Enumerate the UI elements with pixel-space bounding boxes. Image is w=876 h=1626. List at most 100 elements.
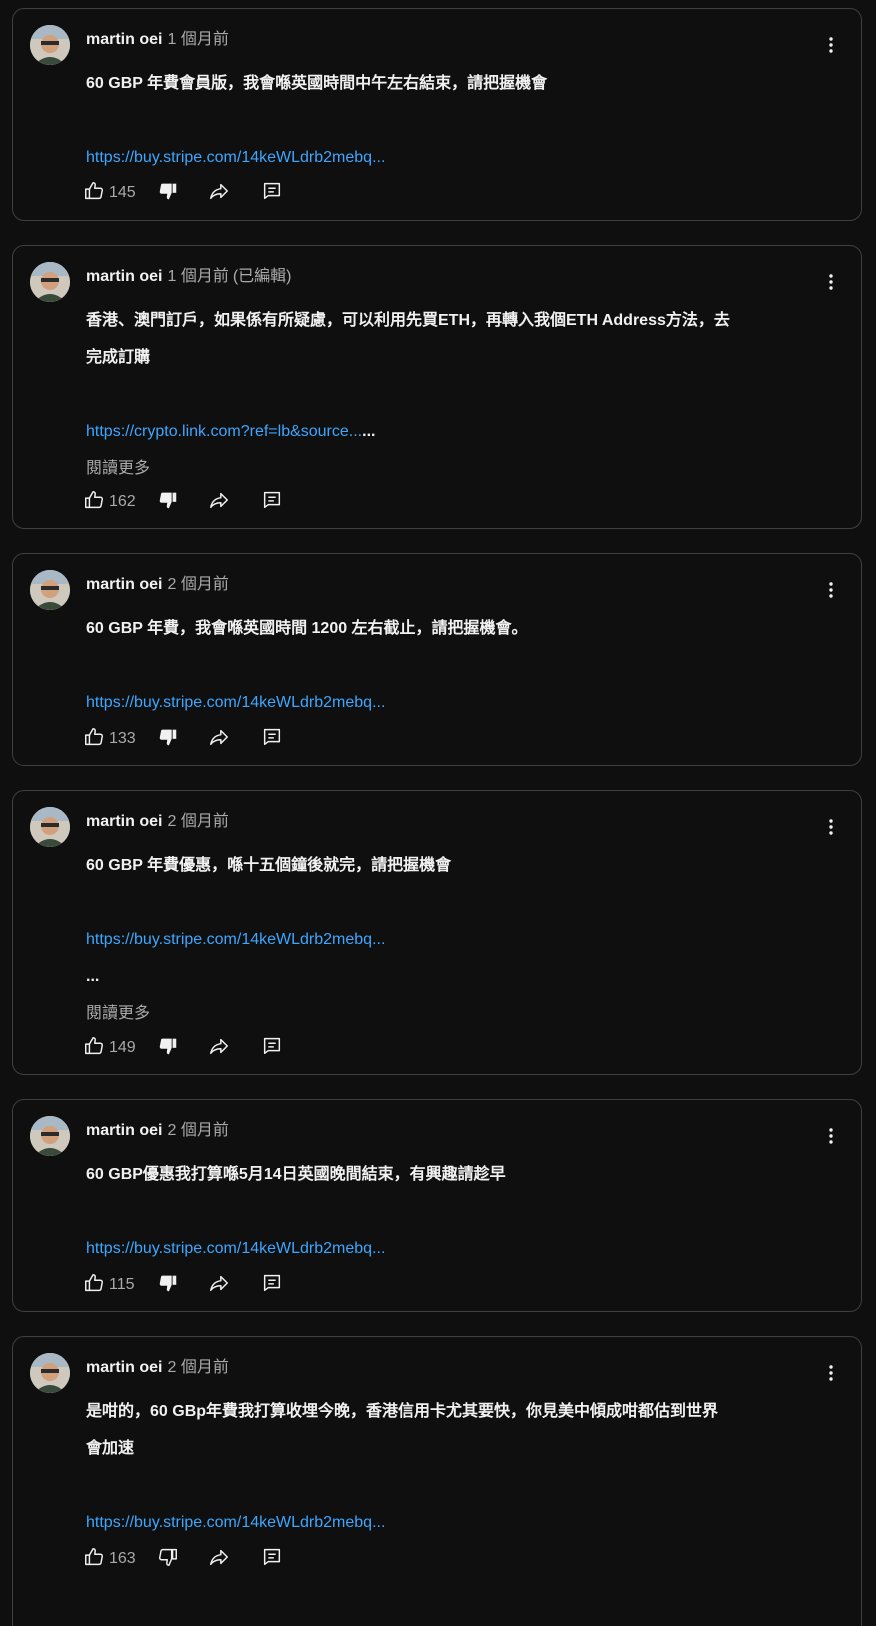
post-link-text[interactable]: https://buy.stripe.com/14keWLdrb2mebq... bbox=[86, 1240, 385, 1257]
author-name[interactable]: martin oei bbox=[86, 1122, 162, 1139]
like-button[interactable]: 133 bbox=[83, 726, 157, 753]
share-button[interactable] bbox=[207, 1546, 231, 1573]
author-name[interactable]: martin oei bbox=[86, 268, 162, 285]
link-ellipsis: ... bbox=[362, 423, 376, 440]
comment-icon[interactable] bbox=[261, 1272, 283, 1299]
post-time[interactable]: 2 個月前 bbox=[167, 1122, 228, 1139]
post-link-text[interactable]: https://buy.stripe.com/14keWLdrb2mebq... bbox=[86, 931, 385, 948]
avatar[interactable] bbox=[30, 1353, 70, 1393]
post-link-text[interactable]: https://buy.stripe.com/14keWLdrb2mebq... bbox=[86, 1514, 385, 1531]
author-name[interactable]: martin oei bbox=[86, 813, 162, 830]
post-body: 60 GBP 年費優惠，喺十五個鐘後就完，請把握機會 https://buy.s… bbox=[86, 847, 826, 1032]
post-time[interactable]: 1 個月前 bbox=[167, 31, 228, 48]
thumbs-down-icon[interactable] bbox=[157, 1272, 179, 1299]
share-button[interactable] bbox=[207, 1035, 231, 1062]
reply-button[interactable] bbox=[261, 1035, 283, 1062]
thumbs-up-icon[interactable] bbox=[83, 180, 105, 207]
post-actions: 149 bbox=[83, 1036, 283, 1060]
comment-icon[interactable] bbox=[261, 726, 283, 753]
post-link[interactable]: https://buy.stripe.com/14keWLdrb2mebq... bbox=[86, 684, 826, 721]
dislike-button[interactable] bbox=[157, 489, 179, 516]
post-actions: 145 bbox=[83, 181, 283, 205]
author-name[interactable]: martin oei bbox=[86, 1359, 162, 1376]
avatar[interactable] bbox=[30, 570, 70, 610]
dislike-button[interactable] bbox=[157, 1035, 179, 1062]
thumbs-down-icon[interactable] bbox=[157, 1546, 179, 1573]
thumbs-up-icon[interactable] bbox=[83, 1546, 105, 1573]
like-button[interactable]: 145 bbox=[83, 180, 157, 207]
more-vertical-icon[interactable] bbox=[819, 33, 843, 57]
reply-button[interactable] bbox=[261, 726, 283, 753]
share-button[interactable] bbox=[207, 1272, 231, 1299]
comment-icon[interactable] bbox=[261, 1546, 283, 1573]
thumbs-up-icon[interactable] bbox=[83, 1035, 105, 1062]
post-link-text[interactable]: https://buy.stripe.com/14keWLdrb2mebq... bbox=[86, 149, 385, 166]
comment-icon[interactable] bbox=[261, 1035, 283, 1062]
post-text-line: 是咁的，60 GBp年費我打算收埋今晚，香港信用卡尤其要快，你見美中傾成咁都估到… bbox=[86, 1403, 719, 1420]
thumbs-up-icon[interactable] bbox=[83, 1272, 105, 1299]
post-text-line: 60 GBP優惠我打算喺5月14日英國晚間結束，有興趣請趁早 bbox=[86, 1166, 506, 1183]
avatar[interactable] bbox=[30, 807, 70, 847]
like-button[interactable]: 115 bbox=[83, 1272, 157, 1299]
post-link[interactable]: https://buy.stripe.com/14keWLdrb2mebq... bbox=[86, 921, 826, 958]
post-time[interactable]: 2 個月前 bbox=[167, 813, 228, 830]
thumbs-up-icon[interactable] bbox=[83, 489, 105, 516]
post-text-line: 會加速 bbox=[86, 1440, 135, 1457]
post-link-text[interactable]: https://crypto.link.com?ref=lb&source... bbox=[86, 423, 362, 440]
post-actions: 162 bbox=[83, 490, 283, 514]
post-time[interactable]: 1 個月前 bbox=[167, 268, 228, 285]
share-icon[interactable] bbox=[207, 180, 231, 207]
share-button[interactable] bbox=[207, 726, 231, 753]
share-button[interactable] bbox=[207, 180, 231, 207]
reply-button[interactable] bbox=[261, 1272, 283, 1299]
share-icon[interactable] bbox=[207, 489, 231, 516]
post-time[interactable]: 2 個月前 bbox=[167, 1359, 228, 1376]
reply-button[interactable] bbox=[261, 489, 283, 516]
post-link-text[interactable]: https://buy.stripe.com/14keWLdrb2mebq... bbox=[86, 694, 385, 711]
read-more-button[interactable]: 閱讀更多 bbox=[86, 995, 826, 1032]
thumbs-down-icon[interactable] bbox=[157, 180, 179, 207]
thumbs-down-icon[interactable] bbox=[157, 726, 179, 753]
like-button[interactable]: 163 bbox=[83, 1546, 157, 1573]
comment-icon[interactable] bbox=[261, 489, 283, 516]
dislike-button[interactable] bbox=[157, 1272, 179, 1299]
share-icon[interactable] bbox=[207, 726, 231, 753]
like-button[interactable]: 149 bbox=[83, 1035, 157, 1062]
avatar[interactable] bbox=[30, 262, 70, 302]
share-icon[interactable] bbox=[207, 1272, 231, 1299]
post-time[interactable]: 2 個月前 bbox=[167, 576, 228, 593]
post-body: 60 GBP 年費會員版，我會喺英國時間中午左右結束，請把握機會 https:/… bbox=[86, 65, 826, 176]
author-name[interactable]: martin oei bbox=[86, 31, 162, 48]
share-icon[interactable] bbox=[207, 1035, 231, 1062]
comment-icon[interactable] bbox=[261, 180, 283, 207]
community-post: martin oei 1 個月前 60 GBP 年費會員版，我會喺英國時間中午左右… bbox=[12, 8, 862, 221]
author-name[interactable]: martin oei bbox=[86, 576, 162, 593]
post-header: martin oei 1 個月前 (已編輯) bbox=[86, 265, 292, 289]
dislike-button[interactable] bbox=[157, 1546, 179, 1573]
more-vertical-icon[interactable] bbox=[819, 1124, 843, 1148]
like-count: 162 bbox=[109, 493, 136, 510]
thumbs-down-icon[interactable] bbox=[157, 1035, 179, 1062]
more-vertical-icon[interactable] bbox=[819, 815, 843, 839]
post-link[interactable]: https://buy.stripe.com/14keWLdrb2mebq... bbox=[86, 1230, 826, 1267]
read-more-button[interactable]: 閱讀更多 bbox=[86, 450, 826, 487]
avatar[interactable] bbox=[30, 1116, 70, 1156]
post-link[interactable]: https://buy.stripe.com/14keWLdrb2mebq... bbox=[86, 139, 826, 176]
more-vertical-icon[interactable] bbox=[819, 578, 843, 602]
thumbs-up-icon[interactable] bbox=[83, 726, 105, 753]
post-text-line: 60 GBP 年費優惠，喺十五個鐘後就完，請把握機會 bbox=[86, 857, 452, 874]
dislike-button[interactable] bbox=[157, 180, 179, 207]
dislike-button[interactable] bbox=[157, 726, 179, 753]
post-link[interactable]: https://buy.stripe.com/14keWLdrb2mebq... bbox=[86, 1504, 826, 1541]
post-text-line: 60 GBP 年費，我會喺英國時間 1200 左右截止，請把握機會。 bbox=[86, 620, 528, 637]
share-icon[interactable] bbox=[207, 1546, 231, 1573]
like-button[interactable]: 162 bbox=[83, 489, 157, 516]
reply-button[interactable] bbox=[261, 180, 283, 207]
avatar[interactable] bbox=[30, 25, 70, 65]
post-link[interactable]: https://crypto.link.com?ref=lb&source...… bbox=[86, 413, 826, 450]
share-button[interactable] bbox=[207, 489, 231, 516]
more-vertical-icon[interactable] bbox=[819, 270, 843, 294]
more-vertical-icon[interactable] bbox=[819, 1361, 843, 1385]
thumbs-down-icon[interactable] bbox=[157, 489, 179, 516]
reply-button[interactable] bbox=[261, 1546, 283, 1573]
